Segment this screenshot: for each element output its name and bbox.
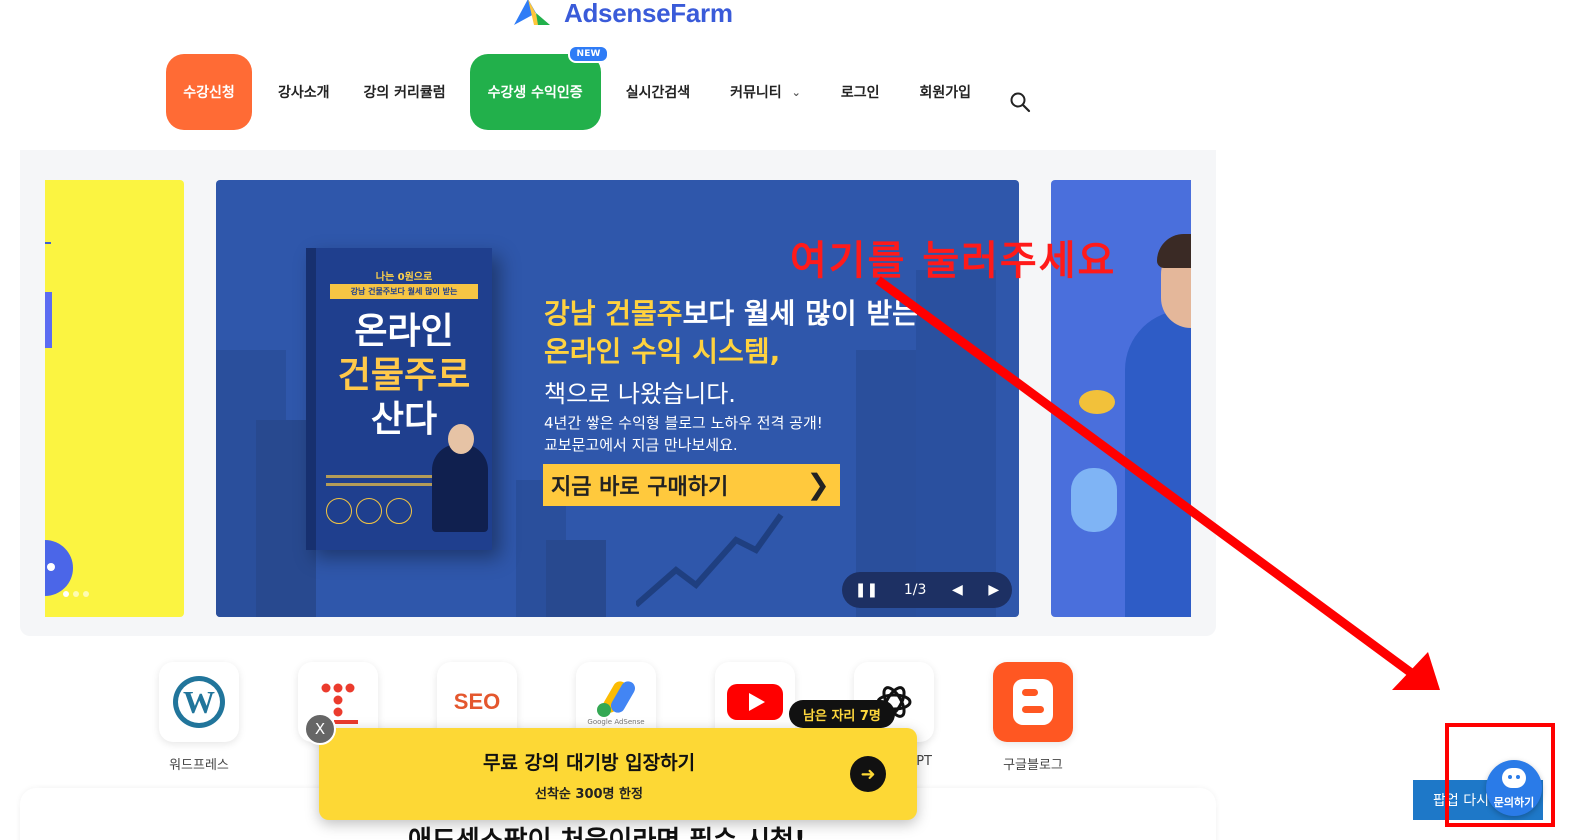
slide-description-2: 교보문고에서 지금 만나보세요. <box>544 436 738 454</box>
category-wordpress[interactable]: W 워드프레스 <box>159 662 239 773</box>
popup-subtitle: 선착순 300명 한정 <box>535 787 643 802</box>
book-text-lines <box>326 470 438 491</box>
building-shape <box>546 540 606 617</box>
chevron-right-icon: ❯ <box>806 468 830 501</box>
nav-community-label: 커뮤니티 <box>730 85 782 101</box>
headline-highlight: 강남 건물주 <box>544 297 683 330</box>
arrow-right-icon[interactable]: ➜ <box>850 756 886 792</box>
nav-student-earnings-button[interactable]: 수강생 수익인증 NEW <box>469 45 609 130</box>
search-icon[interactable] <box>1009 91 1031 113</box>
new-badge: NEW <box>568 45 609 63</box>
nav-realtime-search-label: 실시간검색 <box>625 85 691 101</box>
main-nav: 수강신청 강사소개 강의 커리큘럼 수강생 수익인증 NEW 실시간검색 커뮤니… <box>166 45 1031 130</box>
nav-curriculum[interactable]: 강의 커리큘럼 <box>364 82 446 102</box>
nav-community[interactable]: 커뮤니티 ⌄ <box>730 82 801 102</box>
slide-counter: 1/3 <box>903 582 927 598</box>
slide-description-1: 4년간 쌓은 수익형 블로그 노하우 전격 공개! <box>544 414 823 432</box>
coin-shape <box>1079 390 1115 414</box>
nav-login-label: 로그인 <box>840 85 880 101</box>
free-lecture-popup[interactable]: 무료 강의 대기방 입장하기 선착순 300명 한정 ➜ <box>319 728 917 820</box>
section-title: 애드센스팜이 처음이라면 필수 시청! <box>408 820 806 840</box>
pause-icon[interactable]: ❚❚ <box>855 582 878 598</box>
buy-now-button[interactable]: 지금 바로 구매하기 ❯ <box>543 464 840 506</box>
nav-signup[interactable]: 회원가입 <box>919 82 971 102</box>
prev-icon[interactable]: ◀ <box>952 582 963 598</box>
chevron-down-icon: ⌄ <box>791 85 801 99</box>
book-subtitle: 강남 건물주보다 월세 많이 받는 <box>330 284 478 299</box>
book-top-text: 나는 0원으로 <box>375 272 433 283</box>
popup-title: 무료 강의 대기방 입장하기 <box>482 752 696 774</box>
growth-arrow-icon <box>636 513 784 608</box>
nav-signup-label: 회원가입 <box>919 85 972 101</box>
book-seals <box>326 498 412 524</box>
popup-close-button[interactable]: X <box>304 713 336 745</box>
wordpress-icon: W <box>159 662 239 742</box>
nav-instructor-label: 강사소개 <box>278 85 330 101</box>
buy-now-label: 지금 바로 구매하기 <box>551 475 729 500</box>
nav-login[interactable]: 로그인 <box>841 82 880 102</box>
bag-shape <box>1071 468 1117 532</box>
book-cover: 나는 0원으로 강남 건물주보다 월세 많이 받는 온라인 건물주로 산다 <box>306 248 492 550</box>
site-header: AdsenseFarm 수강신청 강사소개 강의 커리큘럼 수강생 수익인증 N… <box>0 0 1548 150</box>
play-icon <box>45 540 73 596</box>
logo-icon <box>514 0 550 25</box>
site-logo[interactable]: AdsenseFarm <box>508 0 733 34</box>
svg-text:W: W <box>183 684 215 720</box>
decorative-bar <box>45 292 52 348</box>
logo-text: AdsenseFarm <box>564 0 733 28</box>
annotation-text: 여기를 눌러주세요 <box>790 238 1117 284</box>
slide-dots <box>63 591 89 597</box>
category-blogger[interactable]: 구글블로그 <box>993 662 1073 773</box>
slide-headline-2: 온라인 수익 시스템, <box>544 335 781 368</box>
nav-student-earnings-label: 수강생 수익인증 <box>487 85 583 101</box>
annotation-highlight-box <box>1445 723 1555 827</box>
seo-text: SEO <box>453 689 501 714</box>
nav-enroll-button[interactable]: 수강신청 <box>166 54 252 130</box>
nav-realtime-search[interactable]: 실시간검색 <box>626 82 690 102</box>
person-hair <box>1157 234 1191 268</box>
nav-instructor[interactable]: 강사소개 <box>278 82 330 102</box>
building-shape <box>916 270 996 617</box>
remaining-seats-badge: 남은 자리 7명 <box>789 700 895 728</box>
next-icon[interactable]: ▶ <box>988 582 999 598</box>
author-photo <box>432 424 488 532</box>
slide-headline-3: 책으로 나왔습니다. <box>544 380 736 408</box>
blogger-icon <box>993 662 1073 742</box>
adsense-caption: Google AdSense <box>587 718 645 726</box>
category-label: 워드프레스 <box>169 758 229 773</box>
nav-curriculum-label: 강의 커리큘럼 <box>363 85 446 101</box>
person-shape <box>1125 310 1191 617</box>
category-label: 구글블로그 <box>1003 758 1063 773</box>
slide-headline-1: 강남 건물주보다 월세 많이 받는 <box>544 292 918 332</box>
nav-enroll-label: 수강신청 <box>183 85 235 101</box>
slide-previous[interactable] <box>45 180 184 617</box>
headline-rest: 보다 월세 많이 받는 <box>682 297 918 330</box>
slider-controls: ❚❚ 1/3 ◀ ▶ <box>842 572 1012 608</box>
decorative-bar <box>45 242 51 244</box>
